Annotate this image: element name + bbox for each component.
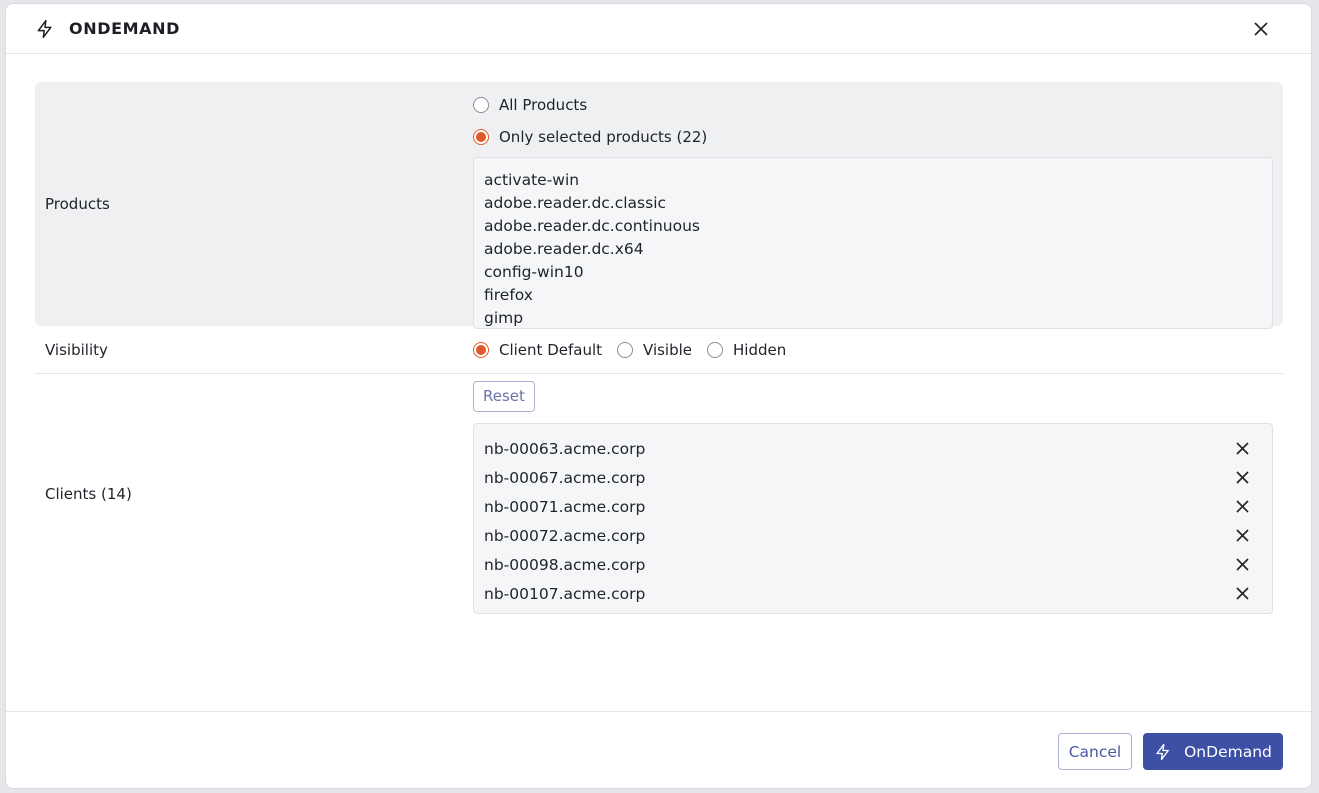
client-name: nb-00071.acme.corp (484, 497, 646, 516)
radio-label: Visible (643, 340, 693, 359)
client-name: nb-00072.acme.corp (484, 526, 646, 545)
radio-button[interactable] (473, 129, 489, 145)
client-name: nb-00098.acme.corp (484, 555, 646, 574)
close-icon[interactable] (1251, 19, 1271, 39)
radio-button[interactable] (473, 97, 489, 113)
remove-icon[interactable] (1232, 555, 1252, 575)
visibility-label: Visibility (45, 340, 108, 359)
product-item[interactable]: adobe.reader.dc.continuous (484, 215, 1262, 238)
products-label: Products (45, 195, 110, 213)
client-item: nb-00063.acme.corp (474, 434, 1272, 463)
client-name: nb-00067.acme.corp (484, 468, 646, 487)
radio-button[interactable] (473, 341, 489, 358)
products-value: All Products Only selected products (22)… (473, 82, 1283, 329)
radio-hidden[interactable]: Hidden (707, 341, 786, 359)
dialog-title: ONDEMAND (69, 19, 180, 38)
radio-all-products[interactable]: All Products (473, 89, 1283, 121)
client-name: nb-00107.acme.corp (484, 584, 646, 603)
product-item[interactable]: adobe.reader.dc.x64 (484, 238, 1262, 261)
radio-visible[interactable]: Visible (617, 341, 692, 359)
product-item[interactable]: firefox (484, 284, 1262, 307)
remove-icon[interactable] (1232, 497, 1252, 517)
product-item[interactable]: activate-win (484, 169, 1262, 192)
product-list[interactable]: activate-win adobe.reader.dc.classic ado… (473, 157, 1273, 329)
client-item: nb-00067.acme.corp (474, 463, 1272, 492)
products-row: Products All Products Only selected prod… (35, 82, 1283, 329)
reset-button[interactable]: Reset (473, 381, 535, 412)
client-list: nb-00063.acme.corp nb-00067.acme.corp nb… (473, 423, 1273, 614)
radio-label: All Products (499, 96, 588, 114)
clients-value: Reset nb-00063.acme.corp nb-00067.acme.c… (473, 374, 1283, 614)
remove-icon[interactable] (1232, 468, 1252, 488)
dialog-footer: Cancel OnDemand (6, 711, 1311, 788)
radio-label: Only selected products (22) (499, 128, 708, 146)
radio-label: Client Default (499, 340, 603, 359)
radio-button[interactable] (617, 341, 634, 358)
product-item[interactable]: config-win10 (484, 261, 1262, 284)
lightning-bolt-icon (35, 18, 57, 40)
radio-button[interactable] (707, 341, 724, 358)
remove-icon[interactable] (1232, 584, 1252, 604)
product-item[interactable]: adobe.reader.dc.classic (484, 192, 1262, 215)
radio-label: Hidden (733, 340, 787, 359)
visibility-value: Client Default Visible Hidden (473, 326, 1283, 373)
visibility-row: Visibility Client Default Visible Hidden (35, 326, 1283, 374)
radio-client-default[interactable]: Client Default (473, 341, 602, 359)
ondemand-form: Products All Products Only selected prod… (35, 82, 1283, 614)
ondemand-dialog: ONDEMAND Products All Products Only sele… (5, 3, 1312, 789)
dialog-header: ONDEMAND (6, 4, 1311, 54)
clients-row: Clients (14) Reset nb-00063.acme.corp nb… (35, 374, 1283, 614)
client-name: nb-00063.acme.corp (484, 439, 646, 458)
ondemand-button-label: OnDemand (1184, 742, 1272, 761)
client-item: nb-00071.acme.corp (474, 492, 1272, 521)
remove-icon[interactable] (1232, 526, 1252, 546)
client-item: nb-00107.acme.corp (474, 579, 1272, 608)
cancel-button[interactable]: Cancel (1058, 733, 1132, 770)
client-item: nb-00072.acme.corp (474, 521, 1272, 550)
client-item: nb-00098.acme.corp (474, 550, 1272, 579)
lightning-bolt-icon (1154, 743, 1172, 761)
radio-only-selected-products[interactable]: Only selected products (22) (473, 121, 1283, 153)
ondemand-button[interactable]: OnDemand (1143, 733, 1283, 770)
clients-label: Clients (14) (45, 485, 132, 503)
remove-icon[interactable] (1232, 439, 1252, 459)
